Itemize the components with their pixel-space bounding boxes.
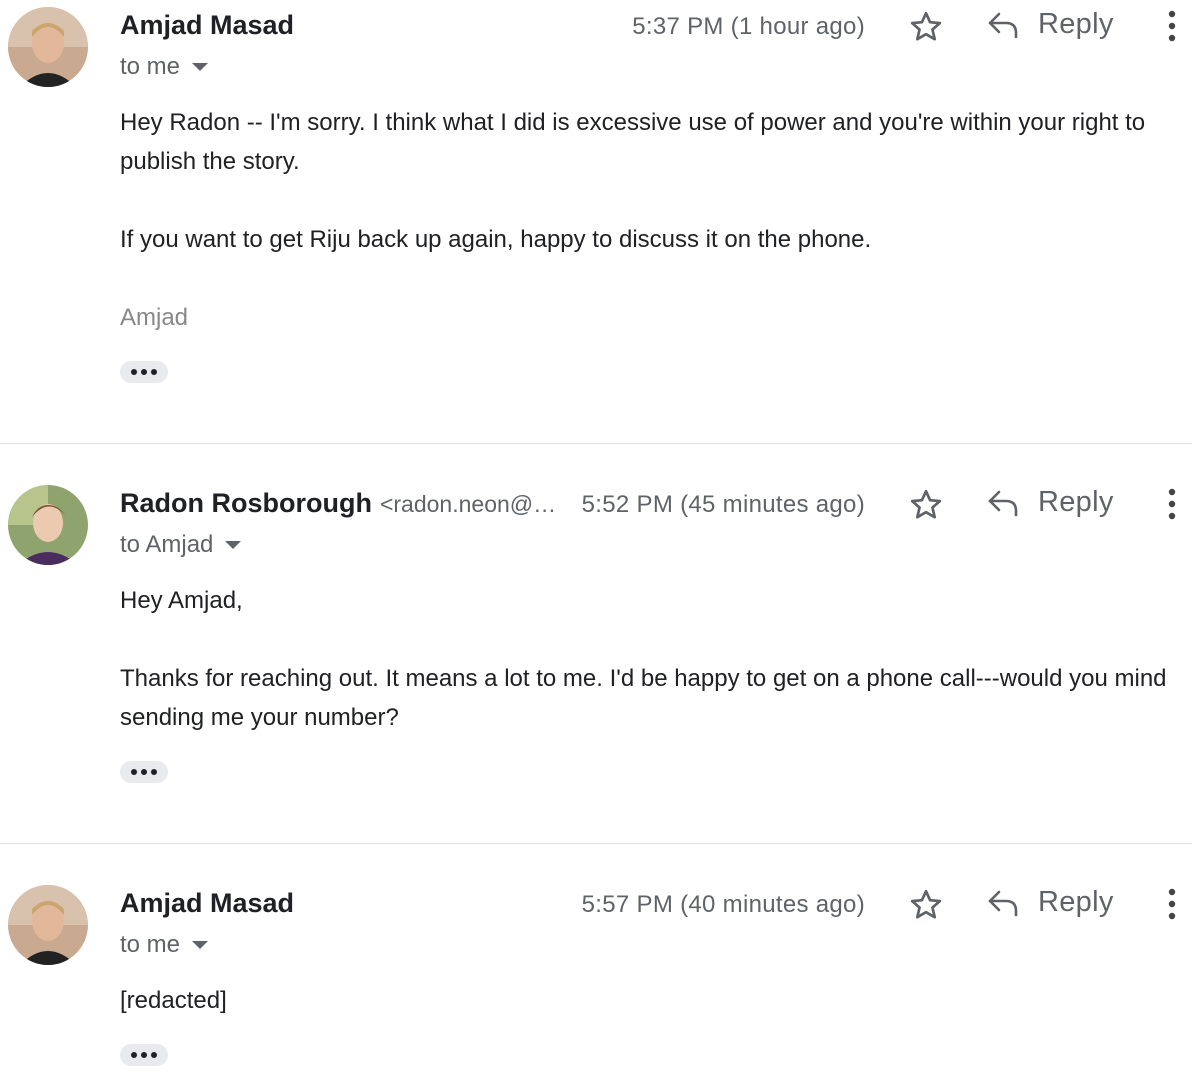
more-options-icon[interactable]: [1162, 9, 1182, 43]
sender-name: Radon Rosborough <radon.neon@…: [120, 488, 557, 518]
recipient-line: to Amjad: [120, 531, 242, 559]
star-icon[interactable]: [908, 9, 944, 45]
details-caret-icon[interactable]: [225, 541, 242, 549]
reply-label: Reply: [1038, 886, 1114, 918]
show-trimmed-content-button[interactable]: [120, 1044, 168, 1066]
message-body-paragraph: Hey Radon -- I'm sorry. I think what I d…: [120, 109, 1146, 175]
reply-icon: [988, 12, 1018, 38]
more-options-icon[interactable]: [1162, 887, 1182, 921]
reply-label: Reply: [1038, 486, 1114, 518]
message-divider: [0, 443, 1192, 444]
message-time: 5:52 PM (45 minutes ago): [581, 491, 865, 518]
message-time: 5:57 PM (40 minutes ago): [581, 891, 865, 918]
details-caret-icon[interactable]: [192, 941, 209, 949]
star-icon[interactable]: [908, 887, 944, 923]
reply-button[interactable]: Reply: [986, 886, 1114, 919]
reply-button[interactable]: Reply: [986, 486, 1114, 519]
sender-email: <radon.neon@…: [379, 491, 557, 517]
reply-icon: [988, 490, 1018, 516]
sender-name: Amjad Masad: [120, 10, 295, 40]
star-icon[interactable]: [908, 487, 944, 523]
recipient-line: to me: [120, 931, 209, 959]
sender-avatar[interactable]: [8, 885, 88, 965]
message-body-paragraph: [redacted]: [120, 987, 227, 1014]
more-options-icon[interactable]: [1162, 487, 1182, 521]
reply-button[interactable]: Reply: [986, 8, 1114, 41]
reply-label: Reply: [1038, 8, 1114, 40]
sender-avatar[interactable]: [8, 485, 88, 565]
message-divider: [0, 843, 1192, 844]
signature: Amjad: [120, 304, 189, 331]
message-body-paragraph: If you want to get Riju back up again, h…: [120, 226, 872, 253]
sender-avatar[interactable]: [8, 7, 88, 87]
sender-name: Amjad Masad: [120, 888, 295, 918]
message-time: 5:37 PM (1 hour ago): [632, 13, 865, 40]
reply-icon: [988, 890, 1018, 916]
message-body-paragraph: Thanks for reaching out. It means a lot …: [120, 665, 1167, 731]
message-body-paragraph: Hey Amjad,: [120, 587, 243, 614]
recipient-line: to me: [120, 53, 209, 81]
email-thread: Amjad Masad 5:37 PM (1 hour ago) Reply t…: [0, 0, 1200, 1085]
show-trimmed-content-button[interactable]: [120, 761, 168, 783]
details-caret-icon[interactable]: [192, 63, 209, 71]
show-trimmed-content-button[interactable]: [120, 361, 168, 383]
